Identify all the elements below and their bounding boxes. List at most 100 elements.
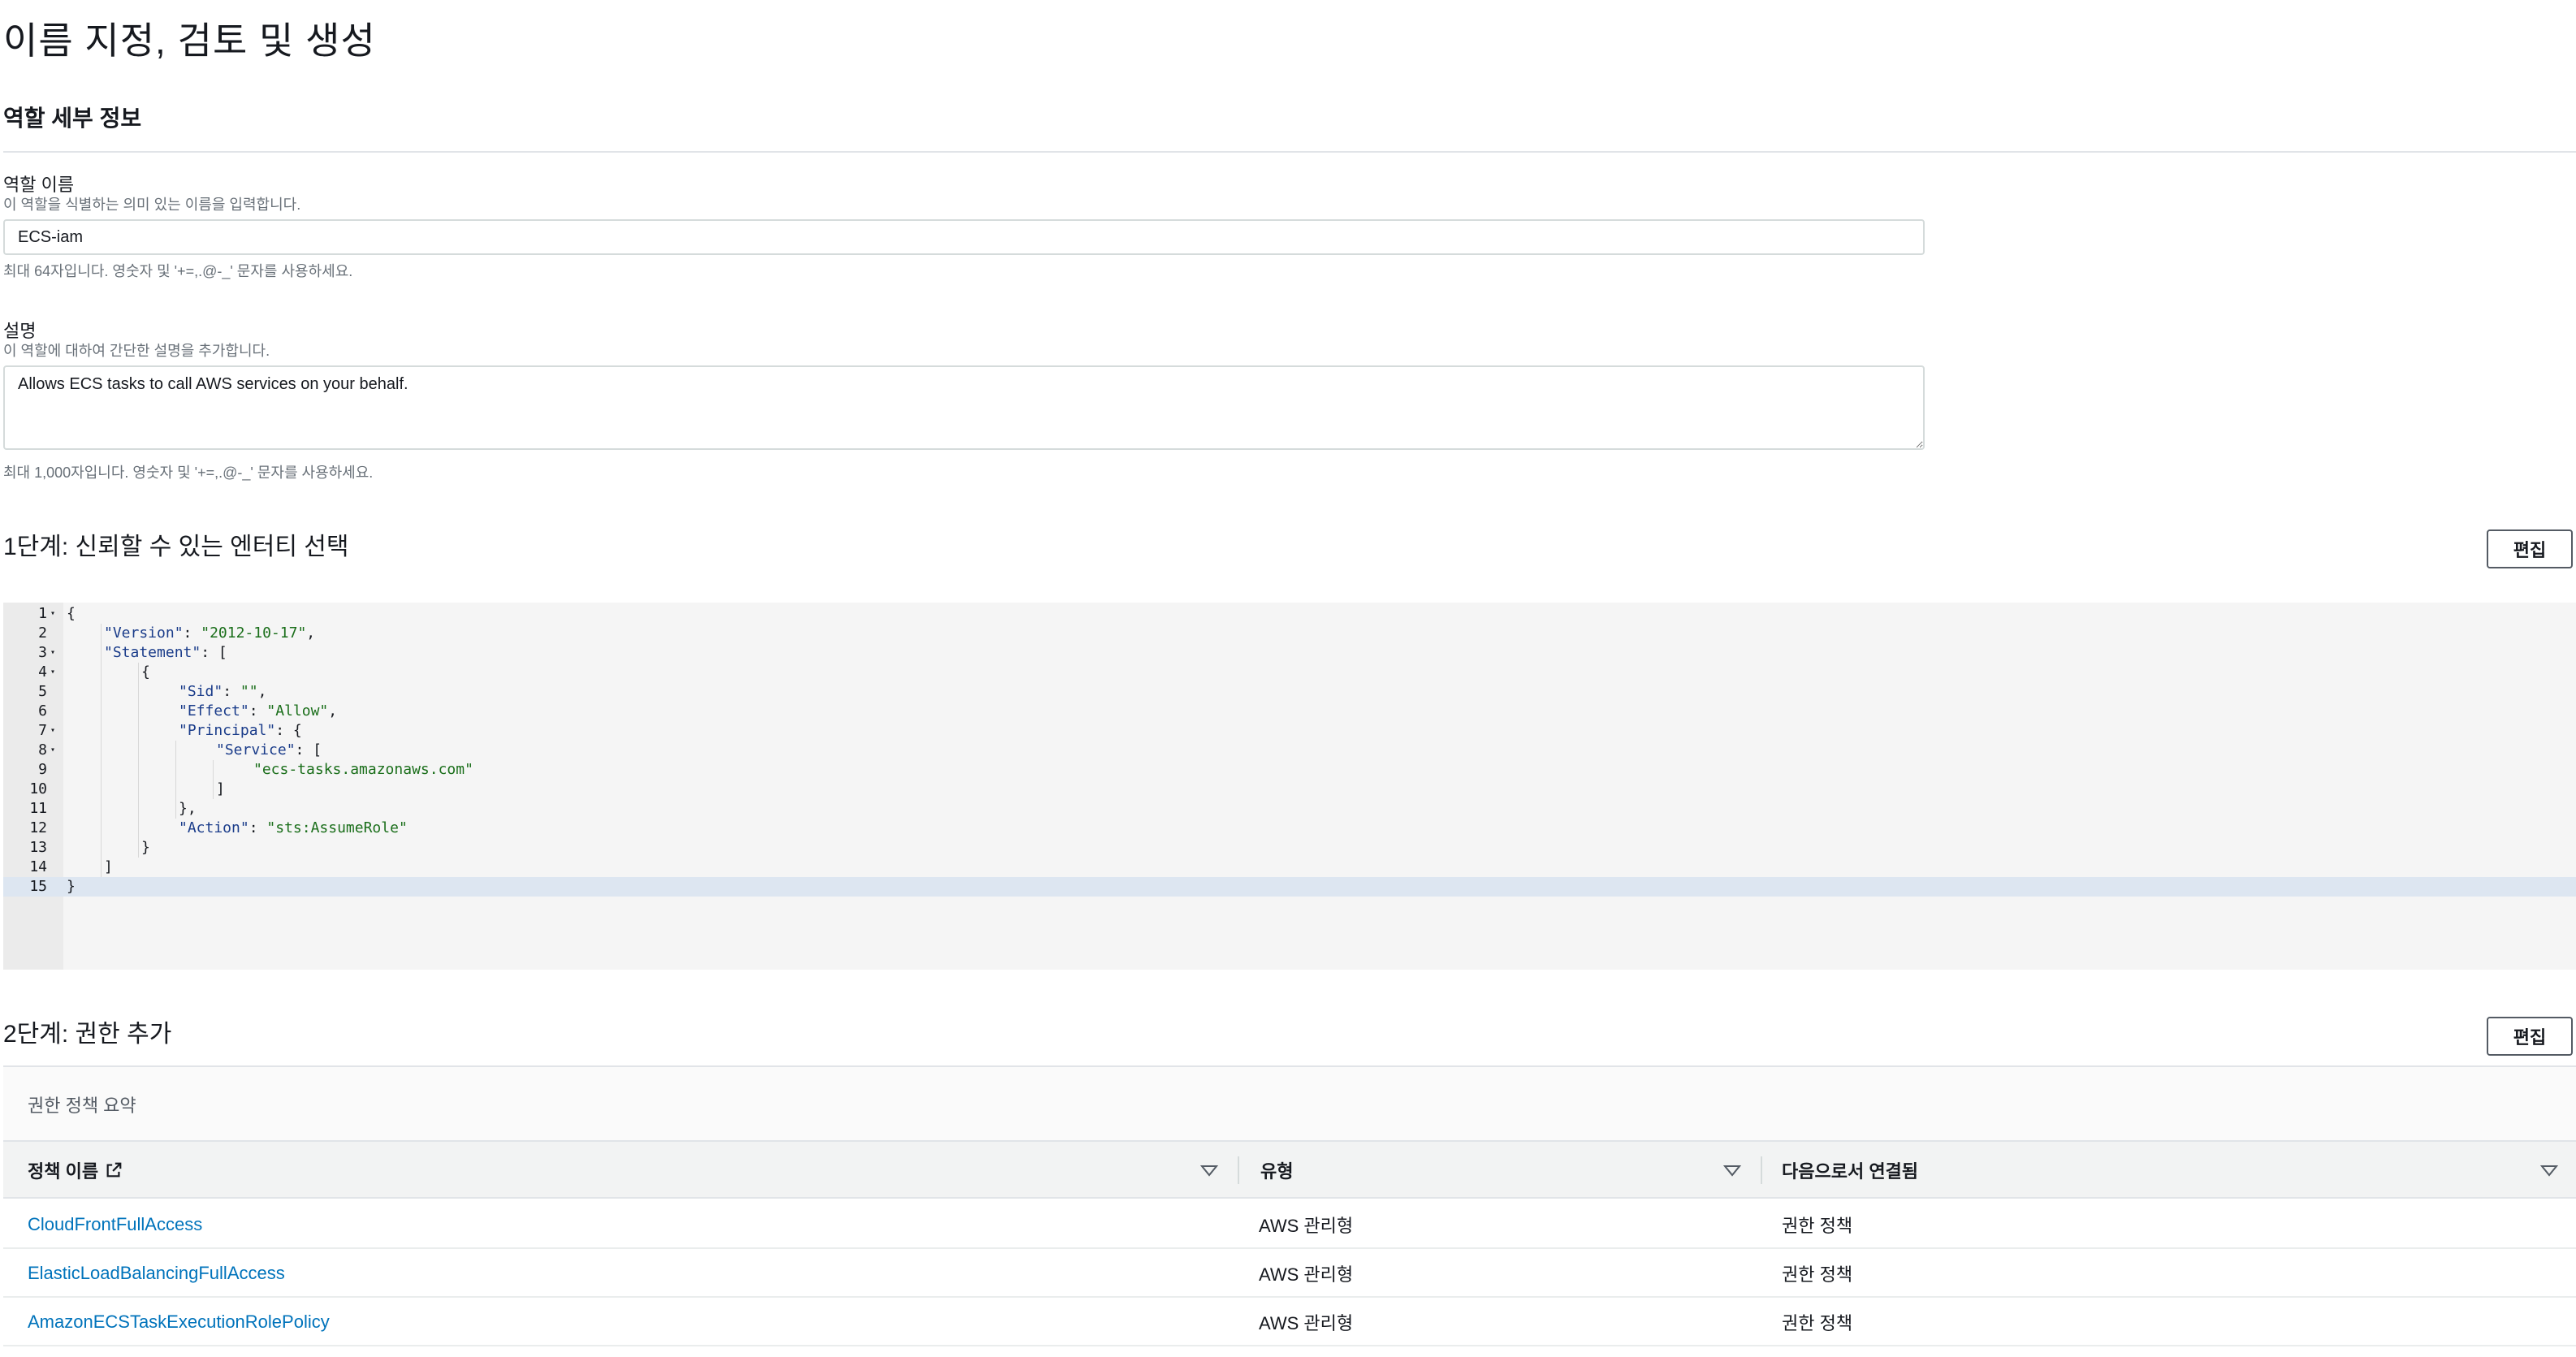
fold-arrow-icon[interactable]: ▾ (50, 643, 55, 663)
code-text: { (67, 604, 76, 624)
code-text: "Action": "sts:AssumeRole" (179, 819, 408, 838)
fold-arrow-icon[interactable]: ▾ (50, 741, 55, 760)
code-text: { (141, 663, 150, 682)
column-header-policy-name-label: 정책 이름 (28, 1161, 99, 1182)
column-separator (1238, 1156, 1239, 1184)
json-punctuation: , (306, 624, 316, 642)
line-number: 1 (38, 605, 47, 622)
role-name-hint: 최대 64자입니다. 영숫자 및 '+=,.@-_' 문자를 사용하세요. (3, 263, 353, 279)
table-row: CloudFrontFullAccess AWS 관리형 권한 정책 (3, 1200, 2576, 1249)
json-punctuation: , (257, 683, 267, 700)
line-number: 15 (29, 878, 47, 895)
code-line: 10] (3, 780, 2576, 799)
policy-name-link[interactable]: AmazonECSTaskExecutionRolePolicy (28, 1298, 330, 1346)
json-key: "Version" (104, 624, 184, 642)
json-punctuation: , (328, 702, 338, 720)
external-link-icon (106, 1162, 122, 1178)
code-line: 1 ▾ { (3, 604, 2576, 624)
code-text: "ecs-tasks.amazonaws.com" (253, 760, 473, 780)
permissions-summary-title: 권한 정책 요약 (28, 1096, 136, 1116)
description-hint: 최대 1,000자입니다. 영숫자 및 '+=,.@-_' 문자를 사용하세요. (3, 465, 374, 481)
code-line: 11}, (3, 799, 2576, 819)
permissions-summary-header: 권한 정책 요약 (3, 1067, 2576, 1142)
step2-edit-button[interactable]: 편집 (2487, 1017, 2573, 1056)
line-number: 6 (38, 702, 47, 720)
json-punctuation: : (223, 683, 240, 700)
line-number: 10 (29, 780, 47, 797)
column-header-policy-name[interactable]: 정책 이름 (28, 1142, 123, 1199)
json-punctuation: : (249, 702, 267, 720)
step1-title: 1단계: 신뢰할 수 있는 엔터티 선택 (3, 534, 349, 560)
code-line: 4 ▾ { (3, 663, 2576, 682)
sort-caret-icon[interactable] (1722, 1160, 1743, 1181)
role-details-heading: 역할 세부 정보 (3, 106, 142, 131)
policy-type: AWS 관리형 (1259, 1313, 1354, 1333)
json-key: "Service" (216, 741, 296, 758)
description-textarea[interactable]: Allows ECS tasks to call AWS services on… (3, 365, 1925, 450)
line-number: 5 (38, 683, 47, 700)
code-text: ] (216, 780, 225, 799)
json-string: "ecs-tasks.amazonaws.com" (253, 761, 473, 778)
code-text: "Effect": "Allow", (179, 702, 337, 721)
line-number: 14 (29, 858, 47, 875)
code-line: 2 "Version": "2012-10-17", (3, 624, 2576, 643)
code-line: 12 "Action": "sts:AssumeRole" (3, 819, 2576, 838)
policy-attached-as: 권한 정책 (1782, 1313, 1853, 1333)
sort-caret-icon[interactable] (1199, 1160, 1220, 1181)
json-punctuation: : { (275, 722, 302, 739)
json-punctuation: } (141, 839, 150, 856)
line-number: 9 (38, 761, 47, 778)
indent-guide (101, 624, 102, 877)
code-text: "Principal": { (179, 721, 302, 741)
fold-arrow-icon[interactable]: ▾ (50, 604, 55, 624)
code-text: } (141, 838, 150, 858)
json-string: "sts:AssumeRole" (266, 819, 408, 836)
json-string: "" (240, 683, 258, 700)
policy-name-link[interactable]: CloudFrontFullAccess (28, 1200, 202, 1249)
json-key: "Effect" (179, 702, 249, 720)
code-line: 13} (3, 838, 2576, 858)
role-name-input[interactable] (3, 219, 1925, 255)
policy-attached-as: 권한 정책 (1782, 1264, 1853, 1285)
page-title: 이름 지정, 검토 및 생성 (3, 19, 376, 62)
json-key: "Principal" (179, 722, 276, 739)
role-name-description: 이 역할을 식별하는 의미 있는 이름을 입력합니다. (3, 197, 301, 213)
json-punctuation: : (183, 624, 201, 642)
column-header-attached-as[interactable]: 다음으로서 연결됨 (1782, 1142, 1918, 1199)
policy-name-link[interactable]: ElasticLoadBalancingFullAccess (28, 1249, 285, 1298)
json-string: "Allow" (266, 702, 329, 720)
sort-caret-icon[interactable] (2539, 1160, 2560, 1181)
line-number: 3 (38, 644, 47, 661)
indent-guide (175, 741, 176, 819)
page: 이름 지정, 검토 및 생성 역할 세부 정보 역할 이름 이 역할을 식별하는… (0, 0, 2576, 1357)
code-text: "Sid": "", (179, 682, 266, 702)
column-header-type[interactable]: 유형 (1260, 1142, 1293, 1199)
fold-arrow-icon[interactable]: ▾ (50, 721, 55, 741)
code-text: }, (179, 799, 197, 819)
json-key: "Sid" (179, 683, 223, 700)
json-punctuation: }, (179, 800, 197, 817)
code-text: ] (104, 858, 113, 877)
column-separator (1761, 1156, 1762, 1184)
code-line: 7 ▾ "Principal": { (3, 721, 2576, 741)
policy-attached-as: 권한 정책 (1782, 1216, 1853, 1236)
json-punctuation: : [ (201, 644, 227, 661)
code-line: 9 "ecs-tasks.amazonaws.com" (3, 760, 2576, 780)
code-text: "Version": "2012-10-17", (104, 624, 315, 643)
line-number: 8 (38, 741, 47, 758)
line-number: 13 (29, 839, 47, 856)
line-number: 11 (29, 800, 47, 817)
section-divider (3, 151, 2576, 153)
line-number: 12 (29, 819, 47, 836)
step1-edit-button[interactable]: 편집 (2487, 529, 2573, 568)
code-line: 3 ▾ "Statement": [ (3, 643, 2576, 663)
code-text: "Statement": [ (104, 643, 227, 663)
code-line: 14] (3, 858, 2576, 877)
description-help: 이 역할에 대하여 간단한 설명을 추가합니다. (3, 343, 270, 359)
table-row: ElasticLoadBalancingFullAccess AWS 관리형 권… (3, 1249, 2576, 1298)
json-key: "Statement" (104, 644, 201, 661)
json-key: "Action" (179, 819, 249, 836)
fold-arrow-icon[interactable]: ▾ (50, 663, 55, 682)
trust-policy-editor[interactable]: 1 ▾{2 "Version": "2012-10-17", 3 ▾ "Statement… (3, 603, 2576, 970)
json-punctuation: { (141, 663, 150, 681)
